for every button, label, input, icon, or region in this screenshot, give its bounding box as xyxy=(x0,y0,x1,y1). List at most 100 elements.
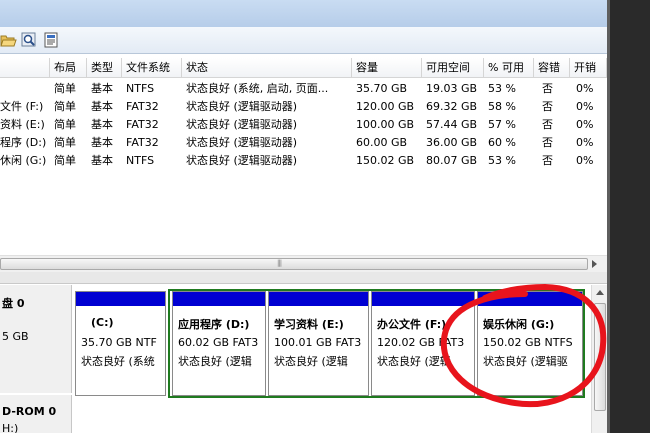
logical-drive-bar xyxy=(478,292,582,306)
cell-status: 状态良好 (系统, 启动, 页面... xyxy=(186,82,329,95)
partition-g-size: 150.02 GB NTFS xyxy=(483,336,573,349)
cell-layout: 简单 xyxy=(54,136,76,149)
scroll-up-icon[interactable] xyxy=(596,290,604,295)
cell-status: 状态良好 (逻辑驱动器) xyxy=(186,136,298,149)
column-header-capacity[interactable]: 容量 xyxy=(352,58,422,78)
cell-type: 基本 xyxy=(91,82,113,95)
properties-icon[interactable] xyxy=(43,32,60,48)
cell-capacity: 60.00 GB xyxy=(356,136,408,149)
cell-capacity: 150.02 GB xyxy=(356,154,415,167)
cell-free-space: 57.44 GB xyxy=(426,118,478,131)
partition-e-info: 学习资料 (E:) 100.01 GB FAT3 状态良好 (逻辑 xyxy=(272,310,365,392)
partition-d[interactable]: 应用程序 (D:) 60.02 GB FAT3 状态良好 (逻辑 xyxy=(172,291,266,396)
column-header-layout[interactable]: 布局 xyxy=(50,58,87,78)
horizontal-scroll-thumb[interactable] xyxy=(0,258,588,270)
cell-fault-tolerance: 否 xyxy=(542,118,553,131)
disk-management-window: 布局 类型 文件系统 状态 容量 可用空间 % 可用 容错 开销 简单 基本 N… xyxy=(0,0,607,433)
cell-free-space: 69.32 GB xyxy=(426,100,478,113)
partition-d-status: 状态良好 (逻辑 xyxy=(178,355,252,368)
vertical-scrollbar[interactable] xyxy=(591,285,607,433)
cell-type: 基本 xyxy=(91,118,113,131)
disk-0-label[interactable]: 盘 0 5 GB xyxy=(0,285,72,393)
partition-e[interactable]: 学习资料 (E:) 100.01 GB FAT3 状态良好 (逻辑 xyxy=(268,291,369,396)
folder-open-icon[interactable] xyxy=(0,32,17,48)
partition-d-name: 应用程序 (D:) xyxy=(178,318,250,331)
logical-drive-bar xyxy=(269,292,368,306)
column-header-status[interactable]: 状态 xyxy=(182,58,352,78)
cell-layout: 简单 xyxy=(54,82,76,95)
partition-g[interactable]: 娱乐休闲 (G:) 150.02 GB NTFS 状态良好 (逻辑驱 xyxy=(477,291,583,396)
cdrom-0-drive: H:) xyxy=(2,422,19,433)
cell-free-space: 80.07 GB xyxy=(426,154,478,167)
cell-volume: 休闲 (G:) xyxy=(0,154,47,167)
partition-c-status: 状态良好 (系统 xyxy=(81,355,155,368)
horizontal-scrollbar[interactable]: ||| xyxy=(0,255,607,272)
window-edge xyxy=(607,0,610,433)
column-header-fault-tolerance[interactable]: 容错 xyxy=(534,58,570,78)
cell-capacity: 100.00 GB xyxy=(356,118,415,131)
table-row[interactable]: 程序 (D:) 简单 基本 FAT32 状态良好 (逻辑驱动器) 60.00 G… xyxy=(0,134,607,152)
partition-f[interactable]: 办公文件 (F:) 120.02 GB FAT3 状态良好 (逻辑 xyxy=(371,291,475,396)
column-header-free-space[interactable]: 可用空间 xyxy=(422,58,484,78)
table-row[interactable]: 资料 (E:) 简单 基本 FAT32 状态良好 (逻辑驱动器) 100.00 … xyxy=(0,116,607,134)
column-header-percent-free[interactable]: % 可用 xyxy=(484,58,534,78)
vertical-scroll-thumb[interactable] xyxy=(594,303,606,411)
disk-0-size: 5 GB xyxy=(2,330,29,343)
table-row[interactable]: 文件 (F:) 简单 基本 FAT32 状态良好 (逻辑驱动器) 120.00 … xyxy=(0,98,607,116)
cell-percent-free: 60 % xyxy=(488,136,516,149)
logical-drive-bar xyxy=(173,292,265,306)
partition-g-info: 娱乐休闲 (G:) 150.02 GB NTFS 状态良好 (逻辑驱 xyxy=(481,310,579,392)
partition-f-status: 状态良好 (逻辑 xyxy=(377,355,451,368)
scroll-right-icon[interactable] xyxy=(592,260,597,268)
cell-fault-tolerance: 否 xyxy=(542,136,553,149)
cell-free-space: 19.03 GB xyxy=(426,82,478,95)
cell-capacity: 120.00 GB xyxy=(356,100,415,113)
cell-percent-free: 53 % xyxy=(488,154,516,167)
cell-volume: 程序 (D:) xyxy=(0,136,47,149)
cell-filesystem: FAT32 xyxy=(126,118,159,131)
partition-c-size: 35.70 GB NTF xyxy=(81,336,157,349)
partition-f-name: 办公文件 (F:) xyxy=(377,318,447,331)
column-header-volume[interactable] xyxy=(0,58,50,78)
cell-layout: 简单 xyxy=(54,154,76,167)
cell-overhead: 0% xyxy=(576,100,594,113)
cell-volume: 资料 (E:) xyxy=(0,118,45,131)
disk-0-name: 盘 0 xyxy=(2,297,25,310)
partition-d-size: 60.02 GB FAT3 xyxy=(178,336,259,349)
toolbar xyxy=(0,27,607,54)
table-row[interactable]: 简单 基本 NTFS 状态良好 (系统, 启动, 页面... 35.70 GB … xyxy=(0,80,607,98)
grip-icon: ||| xyxy=(277,259,282,267)
cdrom-0-name: D-ROM 0 xyxy=(2,405,57,418)
title-bar xyxy=(0,0,607,27)
cell-overhead: 0% xyxy=(576,136,594,149)
cell-volume: 文件 (F:) xyxy=(0,100,44,113)
cell-percent-free: 58 % xyxy=(488,100,516,113)
partition-f-size: 120.02 GB FAT3 xyxy=(377,336,465,349)
cell-type: 基本 xyxy=(91,154,113,167)
magnifier-icon[interactable] xyxy=(21,32,38,48)
partition-c-info: (C:) 35.70 GB NTF 状态良好 (系统 xyxy=(79,310,162,392)
partition-f-info: 办公文件 (F:) 120.02 GB FAT3 状态良好 (逻辑 xyxy=(375,310,471,392)
column-header-type[interactable]: 类型 xyxy=(87,58,122,78)
partition-c-name: (C:) xyxy=(91,316,114,329)
cell-volume xyxy=(0,80,50,98)
cell-status: 状态良好 (逻辑驱动器) xyxy=(186,100,298,113)
cell-capacity: 35.70 GB xyxy=(356,82,408,95)
cell-fault-tolerance: 否 xyxy=(542,100,553,113)
partition-g-name: 娱乐休闲 (G:) xyxy=(483,318,555,331)
cell-type: 基本 xyxy=(91,136,113,149)
cdrom-0-label[interactable]: D-ROM 0 H:) xyxy=(0,395,72,433)
partition-d-info: 应用程序 (D:) 60.02 GB FAT3 状态良好 (逻辑 xyxy=(176,310,262,392)
cell-overhead: 0% xyxy=(576,82,594,95)
cell-filesystem: NTFS xyxy=(126,154,155,167)
cell-percent-free: 53 % xyxy=(488,82,516,95)
column-header-filesystem[interactable]: 文件系统 xyxy=(122,58,182,78)
pane-splitter[interactable] xyxy=(0,272,607,284)
cell-overhead: 0% xyxy=(576,118,594,131)
cell-layout: 简单 xyxy=(54,118,76,131)
cell-status: 状态良好 (逻辑驱动器) xyxy=(186,154,298,167)
cell-type: 基本 xyxy=(91,100,113,113)
column-header-overhead[interactable]: 开销 xyxy=(570,58,607,78)
table-row[interactable]: 休闲 (G:) 简单 基本 NTFS 状态良好 (逻辑驱动器) 150.02 G… xyxy=(0,152,607,170)
partition-c[interactable]: (C:) 35.70 GB NTF 状态良好 (系统 xyxy=(75,291,166,396)
